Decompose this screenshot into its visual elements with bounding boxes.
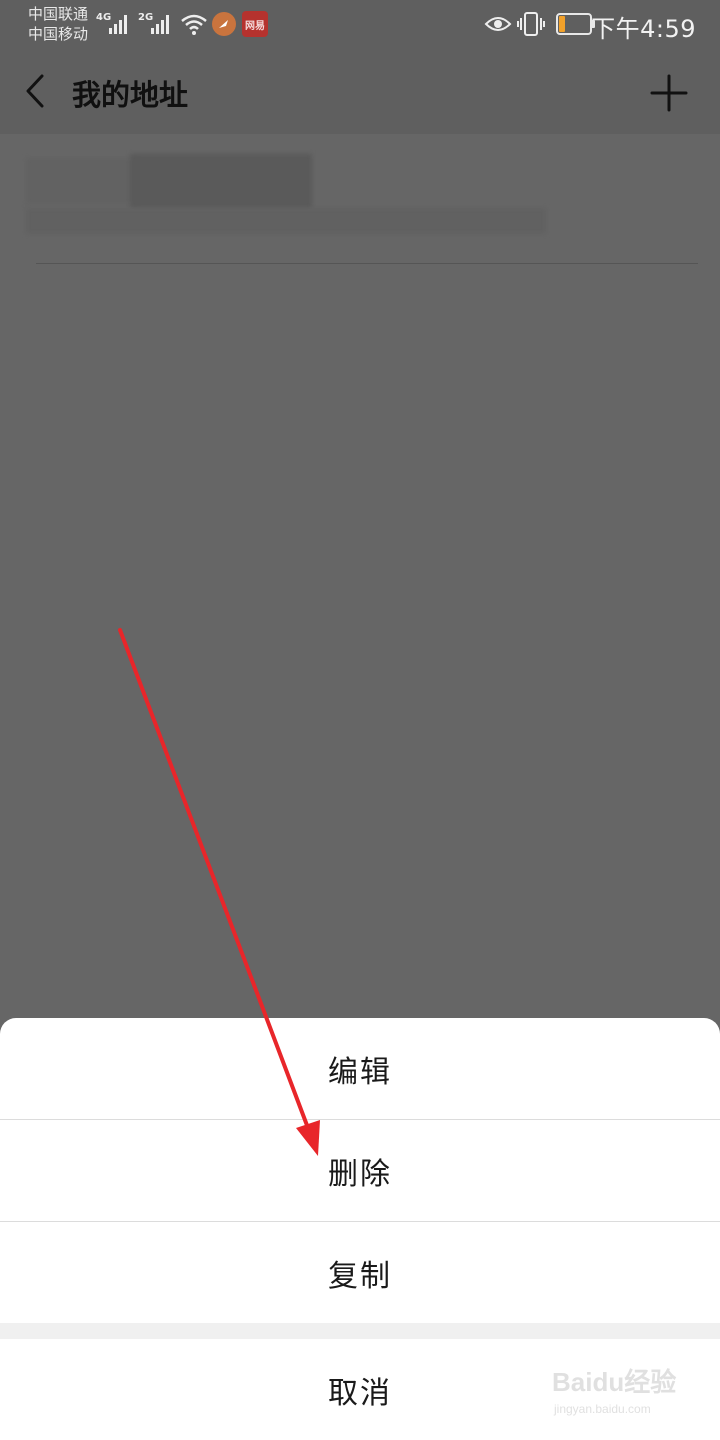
- carrier-2: 中国移动: [28, 25, 89, 43]
- blurred-phone: [130, 154, 312, 208]
- eye-icon: [484, 17, 512, 31]
- vibrate-icon: [517, 12, 545, 36]
- copy-option[interactable]: 复制: [0, 1222, 720, 1324]
- netease-app-label: 网易: [245, 20, 265, 32]
- app-notification-icon: [212, 12, 236, 36]
- watermark-url: jingyan.baidu.com: [554, 1402, 651, 1416]
- delete-option-label: 删除: [328, 1157, 392, 1192]
- title-bar: 我的地址: [0, 48, 720, 134]
- signal-icon-2: 2G: [138, 10, 174, 38]
- signal-icon-1: 4G: [96, 10, 132, 38]
- list-divider: [36, 263, 698, 264]
- status-bar: 中国联通 中国移动 4G 2G 网易 下午4:59: [0, 0, 720, 48]
- chevron-left-icon[interactable]: [18, 70, 54, 112]
- carrier-1: 中国联通: [28, 5, 89, 23]
- blurred-address: [26, 208, 546, 234]
- edit-option[interactable]: 编辑: [0, 1018, 720, 1120]
- cancel-button-label: 取消: [328, 1375, 392, 1411]
- battery-fill: [559, 16, 565, 32]
- copy-option-label: 复制: [328, 1259, 392, 1294]
- baidu-watermark: Baidu经验 jingyan.baidu.com: [552, 1356, 692, 1426]
- status-time: 下午4:59: [591, 15, 696, 43]
- delete-option[interactable]: 删除: [0, 1120, 720, 1222]
- battery-icon: [556, 13, 596, 35]
- sheet-gap: [0, 1323, 720, 1339]
- wifi-icon: [181, 14, 207, 35]
- address-list-item[interactable]: [0, 134, 720, 264]
- watermark-brand: Baidu经验: [552, 1367, 677, 1397]
- plus-icon[interactable]: [648, 72, 690, 114]
- blurred-name: [26, 158, 136, 204]
- carrier-labels: 中国联通 中国移动: [28, 4, 88, 44]
- netease-app-icon: 网易: [242, 11, 268, 37]
- page-title: 我的地址: [72, 78, 189, 112]
- edit-option-label: 编辑: [328, 1055, 392, 1090]
